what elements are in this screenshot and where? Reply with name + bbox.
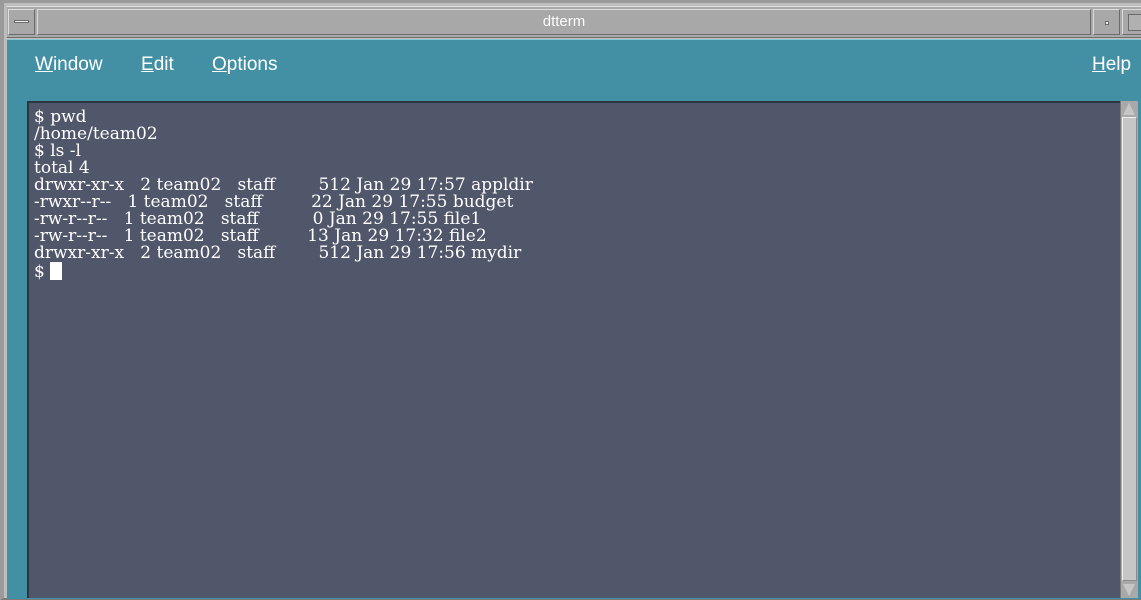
window-menu-icon (14, 20, 29, 23)
terminal-line: drwxr-xr-x 2 team02 staff 512 Jan 29 17:… (34, 243, 522, 263)
menu-help-label: elp (1105, 54, 1132, 75)
window-menu-button[interactable] (8, 9, 35, 35)
menu-help-mnemonic: H (1092, 54, 1106, 75)
menu-options[interactable]: Options (212, 53, 277, 77)
minimize-button[interactable] (1093, 9, 1120, 35)
menu-window-label: indow (52, 54, 103, 75)
menu-edit-label: dit (153, 54, 174, 75)
dtterm-window: dtterm Window Edit Options Help $ pwd /h… (0, 0, 1141, 600)
vertical-scrollbar[interactable] (1120, 101, 1138, 598)
window-title[interactable]: dtterm (37, 9, 1091, 35)
menu-window[interactable]: Window (35, 53, 103, 77)
scroll-down-arrow-icon[interactable] (1123, 584, 1135, 596)
scroll-thumb[interactable] (1122, 117, 1137, 581)
menu-edit[interactable]: Edit (141, 53, 174, 77)
terminal-output: $ pwd /home/team02 $ ls -l total 4 drwxr… (34, 109, 533, 281)
minimize-icon (1105, 21, 1109, 25)
scroll-up-arrow-icon[interactable] (1123, 103, 1135, 115)
text-cursor (50, 262, 63, 280)
menu-edit-mnemonic: E (141, 54, 154, 75)
terminal-prompt: $ (34, 262, 51, 282)
terminal-area[interactable]: $ pwd /home/team02 $ ls -l total 4 drwxr… (27, 101, 1120, 598)
menu-options-label: ptions (226, 54, 278, 75)
menu-window-mnemonic: W (35, 54, 53, 75)
terminal-frame: $ pwd /home/team02 $ ls -l total 4 drwxr… (7, 93, 1141, 599)
maximize-icon (1128, 14, 1141, 31)
maximize-button[interactable] (1122, 9, 1141, 35)
menu-bar: Window Edit Options Help (7, 39, 1141, 93)
menu-help[interactable]: Help (1092, 53, 1131, 77)
menu-options-mnemonic: O (212, 54, 227, 75)
title-bar[interactable]: dtterm (7, 6, 1141, 38)
